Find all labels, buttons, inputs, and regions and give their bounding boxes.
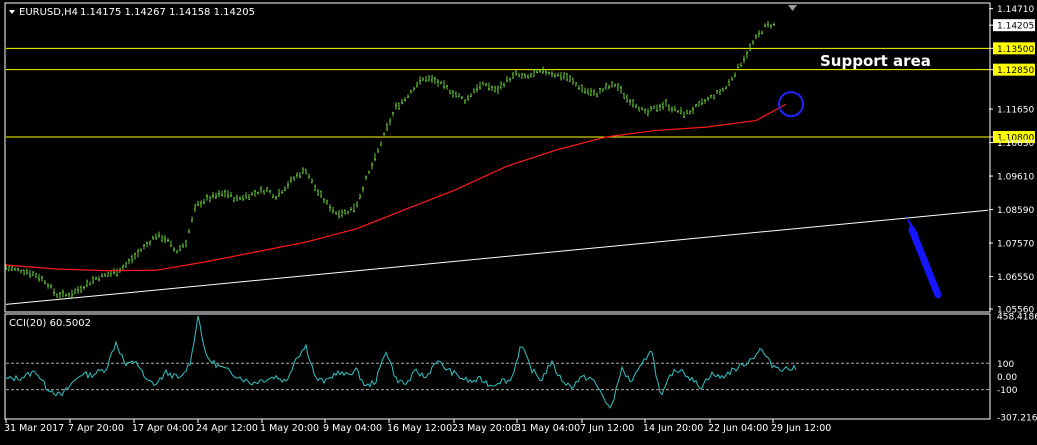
chart-window[interactable]: 1.14710 1.14205 1.13500 1.12850 1.11650 1.108… [0, 0, 1037, 441]
x-tick-label: 7 Apr 20:00 [68, 423, 124, 434]
x-tick-label: 16 May 12:00 [387, 423, 452, 434]
price-bars [5, 20, 775, 300]
x-tick-label: 29 Jun 12:00 [771, 423, 831, 434]
y-tick-label: 1.14710 [997, 5, 1034, 15]
x-tick-label: 31 Mar 2017 [4, 423, 64, 434]
y-tick-label: 1.10630 [997, 139, 1034, 149]
chart-shift-marker-icon[interactable] [788, 5, 797, 11]
x-tick-label: 1 May 20:00 [260, 423, 319, 434]
y-tick-label: 1.11650 [997, 106, 1034, 116]
arrow-shaft[interactable] [908, 226, 942, 299]
cci-y-tick-label: -100 [997, 386, 1018, 396]
x-tick-label: 9 May 04:00 [323, 423, 382, 434]
symbol-label: EURUSD,H4 [19, 7, 78, 18]
x-tick-label: 24 Apr 12:00 [196, 423, 258, 434]
x-tick-label: 17 Apr 04:00 [132, 423, 194, 434]
cci-y-tick-label: 458.4186 [997, 313, 1037, 323]
x-tick-label: 14 Jun 20:00 [643, 423, 703, 434]
x-tick-label: 23 May 20:00 [452, 423, 517, 434]
ohlc-values: 1.14175 1.14267 1.14158 1.14205 [80, 7, 255, 18]
y-tick-label: 1.14205 [997, 22, 1034, 32]
y-tick-label: 1.13500 [997, 45, 1034, 55]
x-tick-label: 22 Jun 04:00 [708, 423, 768, 434]
cci-line[interactable] [5, 315, 797, 409]
dropdown-triangle-icon[interactable] [9, 10, 15, 14]
support-area-annotation: Support area [820, 52, 931, 70]
trendline[interactable] [5, 209, 989, 305]
highlight-circle[interactable] [778, 91, 804, 118]
y-tick-label: 1.06550 [997, 273, 1034, 283]
x-tick-label: 31 May 04:00 [515, 423, 580, 434]
price-chart[interactable]: 1.147101.142051.135001.128501.116501.108… [0, 0, 1037, 441]
main-pane-frame [4, 2, 991, 313]
cci-y-tick-label: 100 [997, 360, 1014, 370]
moving-average-line[interactable] [5, 103, 787, 272]
x-tick-label: 7 Jun 12:00 [580, 423, 634, 434]
cci-pane-frame [4, 313, 991, 420]
cci-y-tick-label: 0.00 [997, 373, 1017, 383]
y-tick-label: 1.08590 [997, 206, 1034, 216]
y-tick-label: 1.09610 [997, 173, 1034, 183]
y-tick-label: 1.07570 [997, 240, 1034, 250]
cci-y-tick-label: -307.2167 [997, 414, 1037, 424]
cci-pane [5, 315, 989, 409]
cci-indicator-label: CCI(20) 60.5002 [9, 318, 91, 329]
y-tick-label: 1.12850 [997, 66, 1034, 76]
